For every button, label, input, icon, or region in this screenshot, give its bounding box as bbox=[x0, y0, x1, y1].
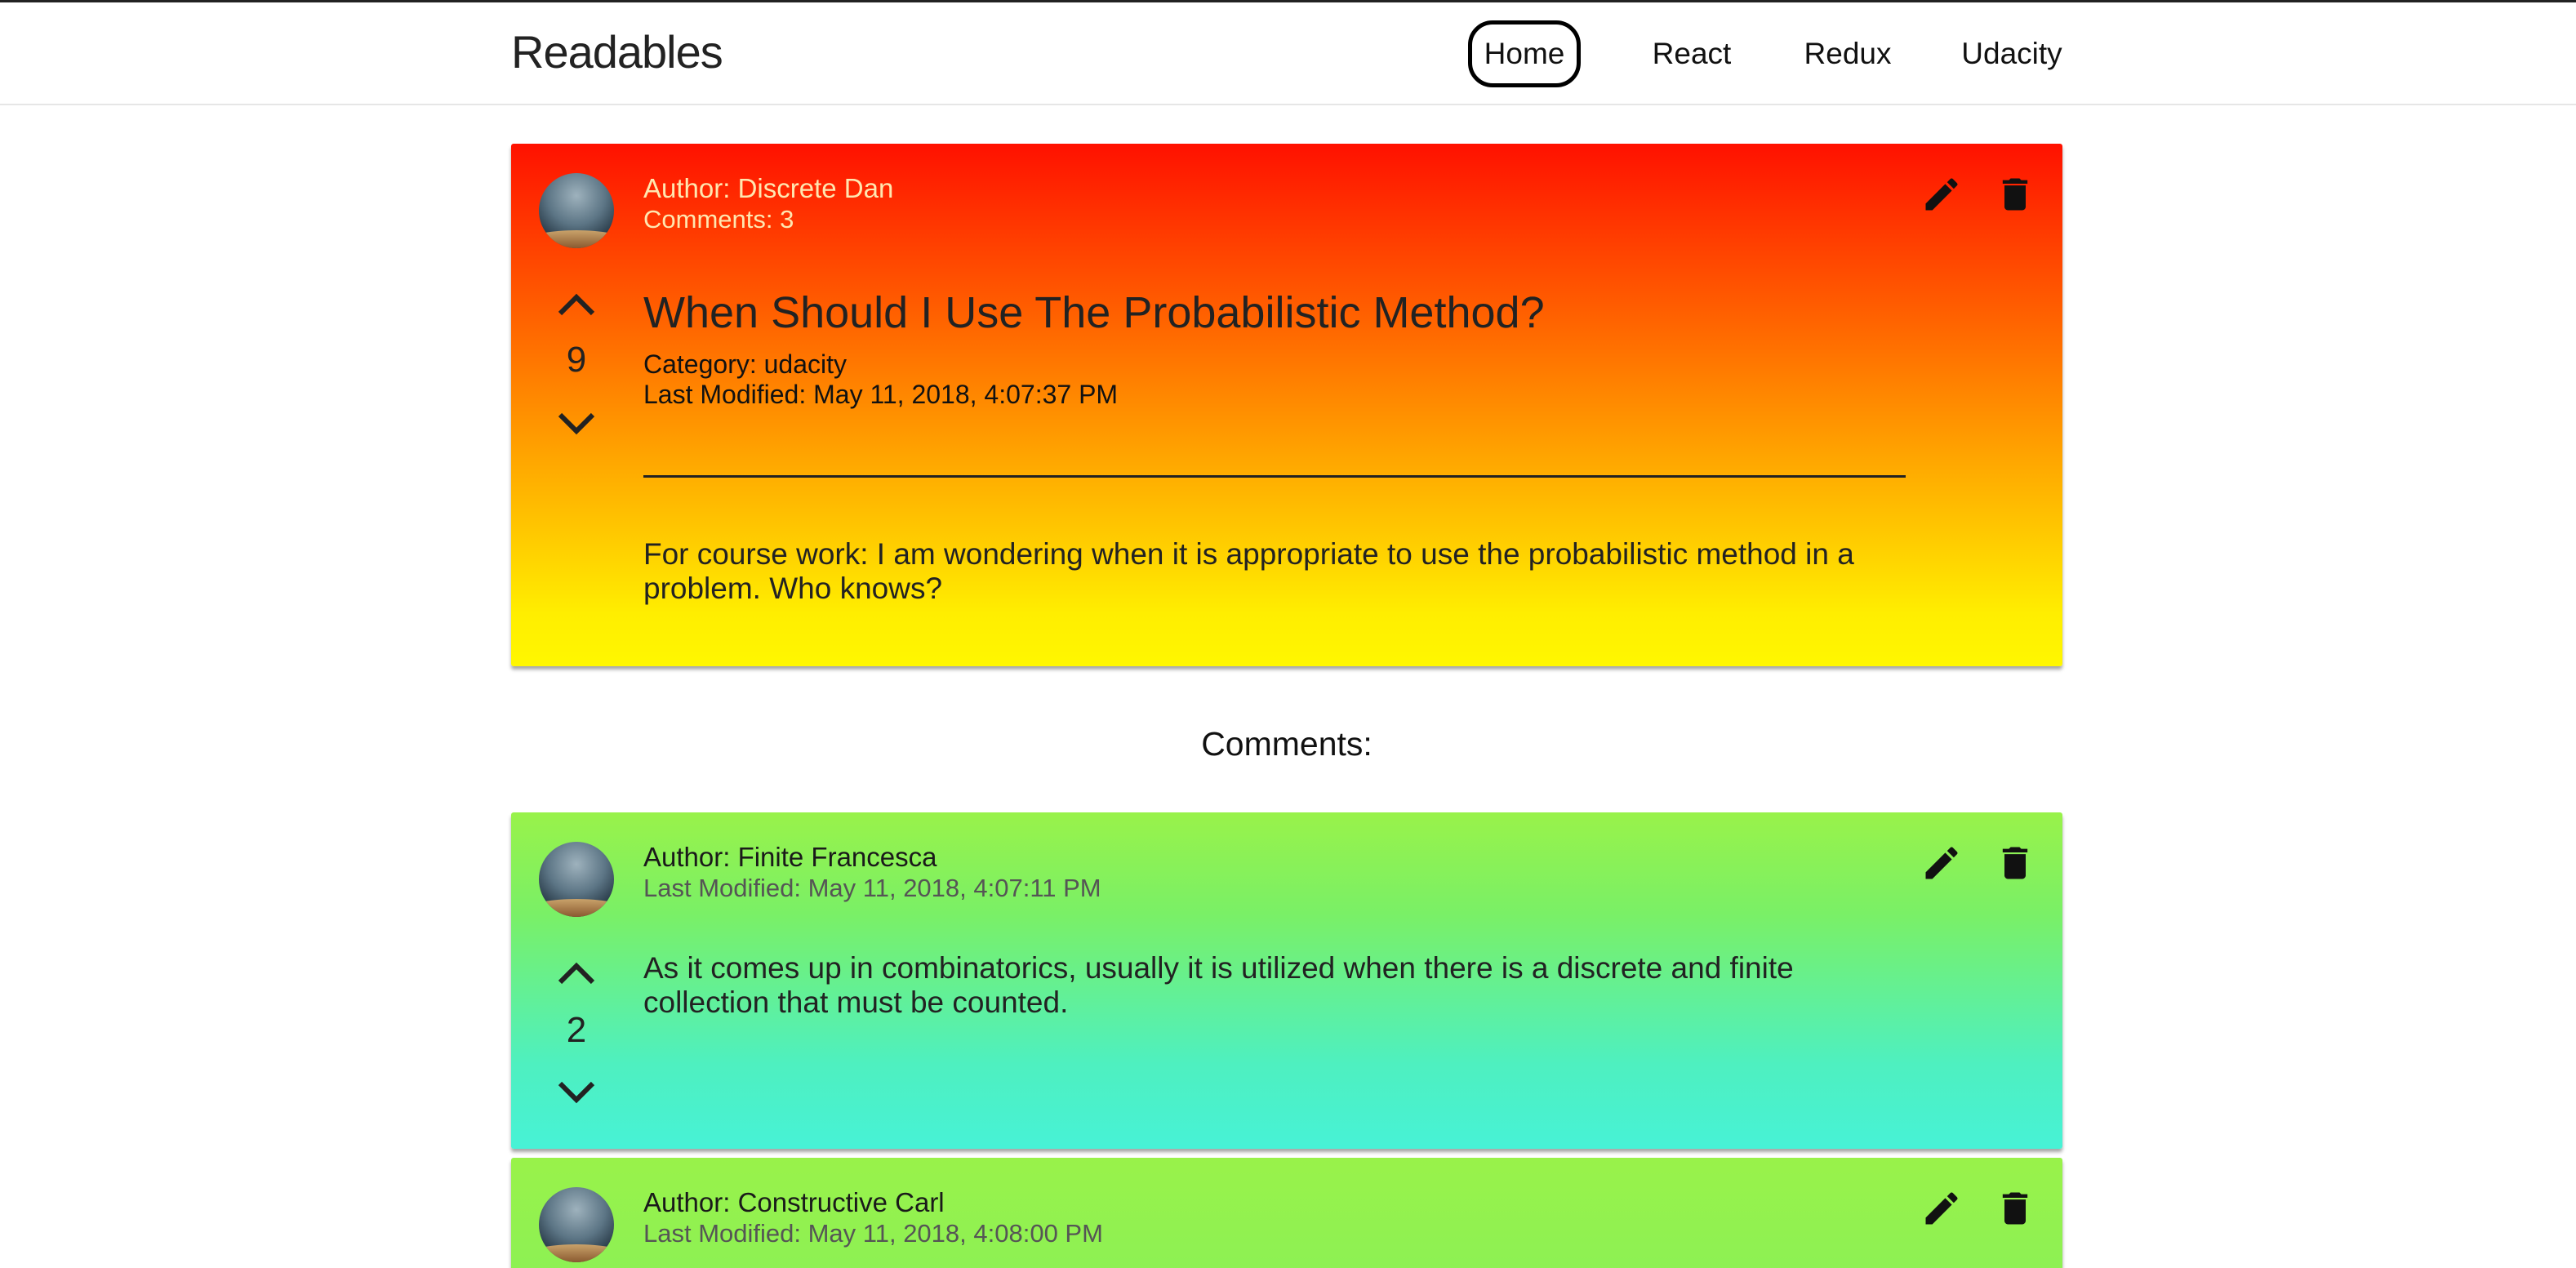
post-author: Author: Discrete Dan bbox=[643, 173, 894, 203]
post-body: For course work: I am wondering when it … bbox=[643, 537, 1854, 605]
post-card: Author: Discrete Dan Comments: 3 9 When … bbox=[511, 144, 2062, 666]
edit-icon[interactable] bbox=[1920, 173, 1963, 216]
comment-card: Author: Finite Francesca Last Modified: … bbox=[511, 812, 2062, 1149]
nav-redux[interactable]: Redux bbox=[1791, 20, 1904, 87]
comment-score: 2 bbox=[566, 1010, 587, 1050]
comments-heading: Comments: bbox=[1201, 725, 1373, 763]
delete-icon[interactable] bbox=[1994, 842, 2036, 884]
comment-body: As it comes up in combinatorics, usually… bbox=[643, 951, 1794, 1019]
nav-home[interactable]: Home bbox=[1468, 20, 1581, 87]
post-comment-count: Comments: 3 bbox=[643, 205, 794, 234]
nav-react[interactable]: React bbox=[1635, 20, 1748, 87]
author-avatar bbox=[539, 1187, 614, 1262]
edit-icon[interactable] bbox=[1920, 842, 1963, 884]
delete-icon[interactable] bbox=[1994, 173, 2036, 216]
author-avatar bbox=[539, 842, 614, 917]
comment-card: Author: Constructive Carl Last Modified:… bbox=[511, 1158, 2062, 1268]
divider bbox=[643, 475, 1906, 478]
post-category: Category: udacity bbox=[643, 349, 848, 379]
delete-icon[interactable] bbox=[1994, 1187, 2036, 1230]
downvote-chevron-down-icon[interactable] bbox=[554, 407, 599, 439]
app-bar: Readables Home React Redux Udacity bbox=[0, 2, 2576, 105]
upvote-chevron-up-icon[interactable] bbox=[554, 289, 599, 322]
post-last-modified: Last Modified: May 11, 2018, 4:07:37 PM bbox=[643, 380, 1119, 409]
comment-last-modified: Last Modified: May 11, 2018, 4:08:00 PM bbox=[643, 1219, 1103, 1248]
comment-author: Author: Finite Francesca bbox=[643, 842, 937, 872]
comment-author: Author: Constructive Carl bbox=[643, 1187, 945, 1217]
author-avatar bbox=[539, 173, 614, 248]
nav-udacity[interactable]: Udacity bbox=[1955, 20, 2068, 87]
post-title: When Should I Use The Probabilistic Meth… bbox=[643, 288, 1545, 337]
downvote-chevron-down-icon[interactable] bbox=[554, 1075, 599, 1108]
app-title[interactable]: Readables bbox=[511, 25, 723, 78]
upvote-chevron-up-icon[interactable] bbox=[554, 958, 599, 990]
comment-last-modified: Last Modified: May 11, 2018, 4:07:11 PM bbox=[643, 874, 1101, 902]
edit-icon[interactable] bbox=[1920, 1187, 1963, 1230]
post-score: 9 bbox=[566, 340, 587, 380]
